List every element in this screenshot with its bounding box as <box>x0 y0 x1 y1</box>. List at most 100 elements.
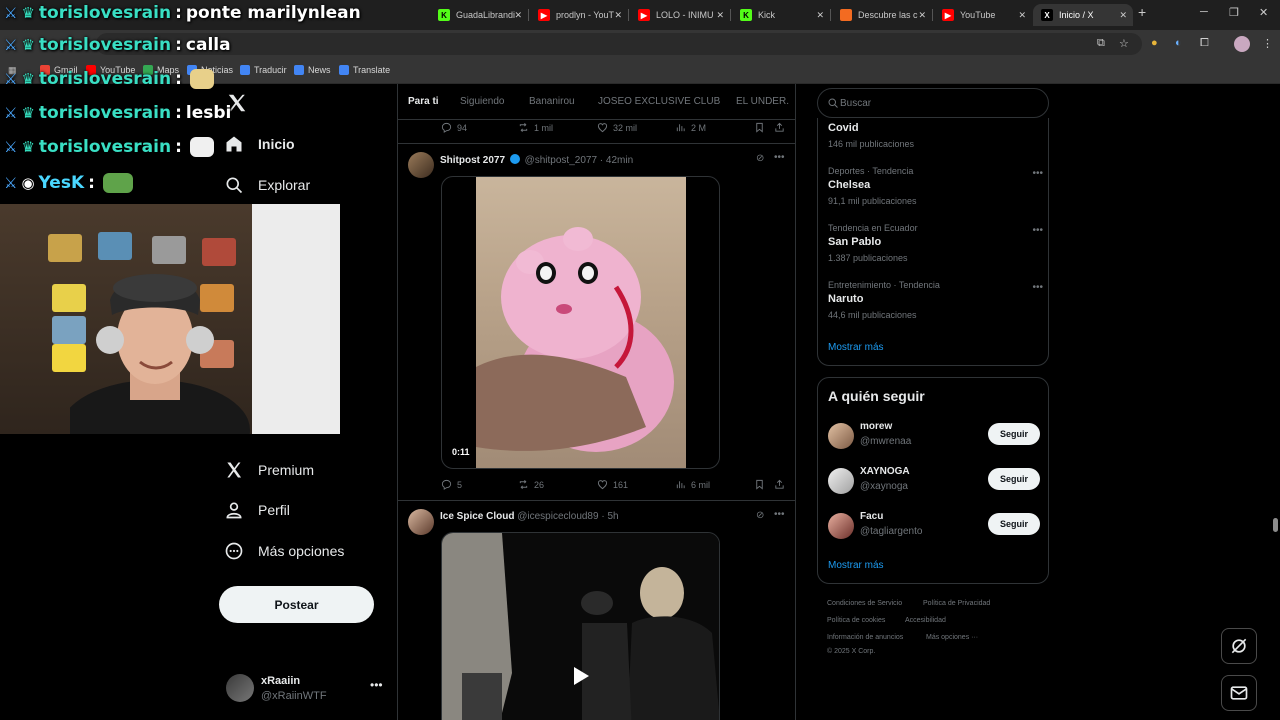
window-close-icon[interactable]: ✕ <box>1259 6 1268 19</box>
page-scrollbar[interactable] <box>1271 84 1280 720</box>
close-icon[interactable]: ✕ <box>716 10 724 21</box>
trends-show-more-link[interactable]: Mostrar más <box>828 342 884 353</box>
tab-bananirou[interactable]: Bananirou <box>529 96 575 107</box>
tab-inicio-x[interactable]: X Inicio / X ✕ <box>1033 4 1133 26</box>
nav-item-explorar[interactable]: Explorar <box>224 175 310 195</box>
post-author-handle[interactable]: @icespicecloud89 <box>517 511 598 522</box>
post-button[interactable]: Postear <box>219 586 374 623</box>
tab-guadalibrandi[interactable]: K GuadaLibrandi ✕ <box>430 4 528 26</box>
follow-show-more-link[interactable]: Mostrar más <box>828 560 884 571</box>
tab-siguiendo[interactable]: Siguiendo <box>460 96 504 107</box>
grok-icon[interactable]: ⊘ <box>756 153 764 164</box>
trend-item[interactable]: Tendencia en Ecuador San Pablo 1.387 pub… <box>828 223 1043 263</box>
close-icon[interactable]: ✕ <box>918 10 926 21</box>
translate-extension-icon[interactable]: ◐ <box>1175 37 1182 49</box>
share-action[interactable] <box>774 479 785 490</box>
tab-para-ti[interactable]: Para ti <box>408 96 439 107</box>
scrollbar-thumb[interactable] <box>1273 518 1278 532</box>
repost-action[interactable]: 26 <box>518 479 544 490</box>
bookmark-star-icon[interactable]: ☆ <box>1119 37 1129 50</box>
post-author-name[interactable]: Ice Spice Cloud <box>440 511 514 522</box>
views-action[interactable]: 2 M <box>675 122 706 133</box>
post-time[interactable]: 5h <box>607 511 618 522</box>
bookmark-traducir[interactable]: Traducir <box>240 65 287 75</box>
close-icon[interactable]: ✕ <box>1119 10 1127 21</box>
reply-action[interactable]: 94 <box>441 122 467 133</box>
bookmark-action[interactable] <box>754 122 765 133</box>
install-app-icon[interactable]: ⧉ <box>1097 37 1105 50</box>
post-more-icon[interactable]: ••• <box>774 509 785 520</box>
close-icon[interactable]: ✕ <box>816 10 824 21</box>
close-icon[interactable]: ✕ <box>514 10 522 21</box>
follow-suggestion[interactable]: morew @mwrenaa Seguir <box>828 419 1040 455</box>
video-duration: 0:11 <box>452 447 470 457</box>
footer-cookies-link[interactable]: Política de cookies <box>827 617 885 624</box>
avatar[interactable] <box>828 423 854 449</box>
grok-icon[interactable]: ⊘ <box>756 510 764 521</box>
bookmark-action[interactable] <box>754 479 765 490</box>
tab-youtube[interactable]: ▶ YouTube ✕ <box>934 4 1032 26</box>
post-time[interactable]: 42min <box>606 155 633 166</box>
url-input[interactable] <box>96 33 1142 55</box>
tab-el-under[interactable]: EL UNDER. <box>736 96 789 107</box>
footer-privacy-link[interactable]: Política de Privacidad <box>923 600 990 607</box>
like-action[interactable]: 32 mil <box>597 122 637 133</box>
tab-lolo[interactable]: ▶ LOLO - INIMU ✕ <box>630 4 730 26</box>
nav-item-mas-opciones[interactable]: Más opciones <box>224 541 344 561</box>
minimize-icon[interactable]: ─ <box>1200 6 1208 18</box>
share-action[interactable] <box>774 122 785 133</box>
post-author-handle[interactable]: @shitpost_2077 <box>525 155 597 166</box>
trend-item[interactable]: Deportes · Tendencia Chelsea 91,1 mil pu… <box>828 166 1043 206</box>
search-input[interactable]: Buscar <box>817 88 1049 118</box>
avatar[interactable] <box>828 513 854 539</box>
views-action[interactable]: 6 mil <box>675 479 710 490</box>
footer-more-link[interactable]: Más opciones ··· <box>926 634 978 641</box>
extensions-puzzle-icon[interactable]: ⧠ <box>1200 37 1209 50</box>
post-author-name[interactable]: Shitpost 2077 <box>440 155 505 166</box>
tab-joseo-exclusive-club[interactable]: JOSEO EXCLUSIVE CLUB <box>598 96 720 107</box>
grok-button[interactable] <box>1221 628 1257 664</box>
trend-more-icon[interactable]: ••• <box>1032 225 1043 236</box>
post-avatar[interactable] <box>408 509 434 535</box>
nav-item-premium[interactable]: Premium <box>224 460 314 480</box>
trend-item[interactable]: Covid 146 mil publicaciones <box>828 122 1043 149</box>
nav-item-perfil[interactable]: Perfil <box>224 500 290 520</box>
tab-prodlyn[interactable]: ▶ prodlyn - YouT ✕ <box>530 4 628 26</box>
footer-ads-info-link[interactable]: Información de anuncios <box>827 634 903 641</box>
browser-profile-avatar[interactable] <box>1234 36 1250 52</box>
avatar[interactable] <box>828 468 854 494</box>
nav-label: Más opciones <box>258 543 345 559</box>
follow-button[interactable]: Seguir <box>988 513 1040 535</box>
post-avatar[interactable] <box>408 152 434 178</box>
tab-descubre[interactable]: Descubre las c ✕ <box>832 4 932 26</box>
extension-icon[interactable]: ● <box>1151 37 1158 49</box>
restore-icon[interactable]: ❐ <box>1229 6 1239 19</box>
more-icon[interactable]: ••• <box>370 678 383 692</box>
close-icon[interactable]: ✕ <box>1018 10 1026 21</box>
account-switcher[interactable]: xRaaiin @xRaiinWTF ••• <box>226 672 386 708</box>
follow-suggestion[interactable]: XAYNOGA @xaynoga Seguir <box>828 464 1040 500</box>
post-video[interactable]: 0:11 <box>441 176 720 469</box>
post-video[interactable] <box>441 532 720 720</box>
bookmark-news[interactable]: News <box>294 65 331 75</box>
tab-kick[interactable]: K Kick ✕ <box>732 4 830 26</box>
new-tab-icon[interactable]: + <box>1138 4 1146 20</box>
follow-suggestion[interactable]: Facu @tagliargento Seguir <box>828 509 1040 545</box>
play-icon[interactable] <box>568 664 592 688</box>
messages-button[interactable] <box>1221 675 1257 711</box>
repost-action[interactable]: 1 mil <box>518 122 553 133</box>
follow-button[interactable]: Seguir <box>988 468 1040 490</box>
bookmark-translate[interactable]: Translate <box>339 65 390 75</box>
footer-terms-link[interactable]: Condiciones de Servicio <box>827 600 902 607</box>
trend-more-icon[interactable]: ••• <box>1032 282 1043 293</box>
close-icon[interactable]: ✕ <box>614 10 622 21</box>
trend-item[interactable]: Entretenimiento · Tendencia Naruto 44,6 … <box>828 280 1043 320</box>
footer-accessibility-link[interactable]: Accesibilidad <box>905 617 946 624</box>
menu-kebab-icon[interactable]: ⋮ <box>1262 37 1273 50</box>
nav-item-inicio[interactable]: Inicio <box>224 134 295 154</box>
trend-more-icon[interactable]: ••• <box>1032 168 1043 179</box>
like-action[interactable]: 161 <box>597 479 628 490</box>
reply-action[interactable]: 5 <box>441 479 462 490</box>
post-more-icon[interactable]: ••• <box>774 152 785 163</box>
follow-button[interactable]: Seguir <box>988 423 1040 445</box>
